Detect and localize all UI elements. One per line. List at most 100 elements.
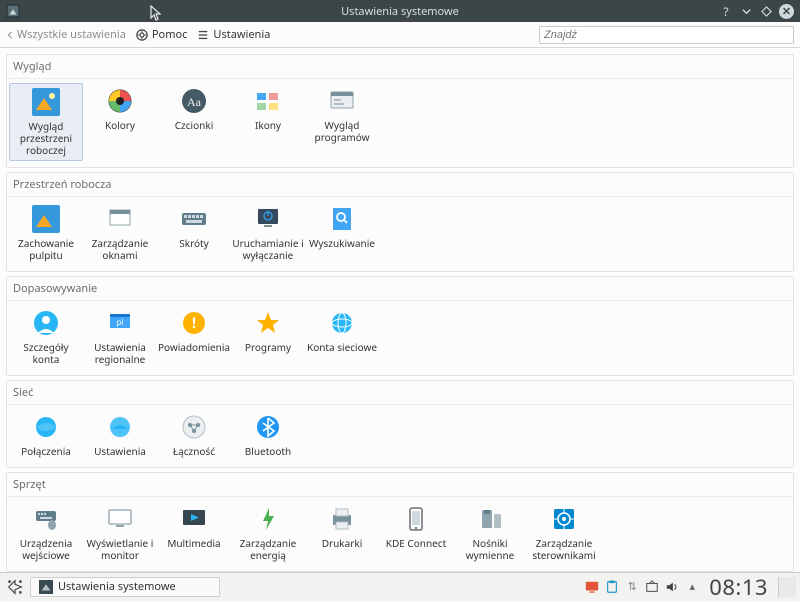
item-label: KDE Connect (386, 537, 446, 549)
fonts-icon: Aa (180, 87, 208, 115)
settings-item[interactable]: Multimedia (157, 501, 231, 565)
maximize-icon[interactable] (759, 4, 773, 18)
titlebar: Ustawienia systemowe ? ✕ (0, 0, 800, 22)
settings-button[interactable]: Ustawienia (197, 27, 270, 42)
settings-item[interactable]: Zarządzanie sterownikami (527, 501, 601, 565)
settings-item[interactable]: Skróty (157, 201, 231, 265)
locale-icon: pl (106, 309, 134, 337)
show-desktop-button[interactable] (778, 577, 796, 597)
item-label: Programy (245, 341, 291, 353)
item-label: Zachowanie pulpitu (18, 237, 74, 261)
settings-item[interactable]: Wygląd przestrzeni roboczej (9, 83, 83, 161)
section-items: Urządzenia wejściowe Wyświetlanie i monit… (7, 497, 793, 571)
item-label: Zarządzanie energią (240, 537, 297, 561)
section-wygląd: WyglądWygląd przestrzeni roboczejKoloryA… (6, 54, 794, 168)
task-button-systemsettings[interactable]: Ustawienia systemowe (30, 577, 220, 597)
settings-item[interactable]: Szczegóły konta (9, 305, 83, 369)
settings-item[interactable]: Wygląd programów (305, 83, 379, 161)
section-header: Sieć (7, 381, 793, 405)
settings-item[interactable]: Bluetooth (231, 409, 305, 461)
app-launcher-icon[interactable] (4, 576, 26, 598)
toolbar: Wszystkie ustawienia Pomoc Ustawienia (0, 22, 800, 48)
tray-network-icon[interactable]: ⇅ (625, 580, 639, 594)
settings-item[interactable]: Urządzenia wejściowe (9, 501, 83, 565)
item-label: Ustawienia regionalne (94, 341, 146, 365)
close-icon[interactable]: ✕ (779, 4, 794, 19)
taskbar: Ustawienia systemowe ⇅ ▴ 08:13 (0, 572, 800, 600)
settings-item[interactable]: Nośniki wymienne (453, 501, 527, 565)
settings-item[interactable]: ! Powiadomienia (157, 305, 231, 369)
settings-item[interactable]: Ustawienia (83, 409, 157, 461)
search-box[interactable] (539, 26, 794, 44)
back-button[interactable]: Wszystkie ustawienia (6, 27, 126, 42)
item-label: Multimedia (167, 537, 220, 549)
item-label: Powiadomienia (158, 341, 230, 353)
help-button[interactable]: Pomoc (136, 27, 188, 42)
minimize-icon[interactable] (739, 4, 753, 18)
settings-item[interactable]: Wyszukiwanie (305, 201, 379, 265)
settings-item[interactable]: Konta sieciowe (305, 305, 379, 369)
item-label: Czcionki (175, 119, 214, 131)
item-label: Szczegóły konta (23, 341, 68, 365)
content-area: WyglądWygląd przestrzeni roboczejKoloryA… (0, 48, 800, 572)
item-label: Skróty (179, 237, 209, 249)
display-icon (106, 505, 134, 533)
app-style-icon (328, 87, 356, 115)
clock[interactable]: 08:13 (709, 572, 768, 602)
item-label: Wygląd programów (315, 119, 370, 143)
icons-icon (254, 87, 282, 115)
multimedia-icon (180, 505, 208, 533)
settings-item[interactable]: KDE Connect (379, 501, 453, 565)
window-controls: ? ✕ (719, 4, 794, 19)
settings-item[interactable]: Zachowanie pulpitu (9, 201, 83, 265)
tray-desktop-icon[interactable] (585, 580, 599, 594)
settings-item[interactable]: Zarządzanie oknami (83, 201, 157, 265)
settings-item[interactable]: Aa Czcionki (157, 83, 231, 161)
settings-item[interactable]: Zarządzanie energią (231, 501, 305, 565)
search-input[interactable] (544, 29, 789, 41)
window-management-icon (106, 205, 134, 233)
item-label: Ustawienia (94, 445, 146, 457)
drivers-icon (550, 505, 578, 533)
item-label: Wygląd przestrzeni roboczej (20, 120, 72, 156)
tray-klipper-icon[interactable] (605, 580, 619, 594)
tray-volume-icon[interactable] (665, 580, 679, 594)
settings-label: Ustawienia (213, 27, 270, 42)
colors-icon (106, 87, 134, 115)
settings-item[interactable]: Wyświetlanie i monitor (83, 501, 157, 565)
section-items: Połączenia Ustawienia Łączność Bluetooth (7, 405, 793, 467)
section-przestrzeń-robocza: Przestrzeń robocza Zachowanie pulpitu Zarz… (6, 172, 794, 272)
settings-item[interactable]: Programy (231, 305, 305, 369)
window-title: Ustawienia systemowe (0, 4, 800, 19)
item-label: Drukarki (322, 537, 363, 549)
network-connections-icon (32, 413, 60, 441)
back-label: Wszystkie ustawienia (17, 27, 126, 42)
item-label: Połączenia (21, 445, 71, 457)
section-header: Dopasowywanie (7, 277, 793, 301)
section-header: Wygląd (7, 55, 793, 79)
settings-item[interactable]: pl Ustawienia regionalne (83, 305, 157, 369)
kdeconnect-icon (402, 505, 430, 533)
settings-item[interactable]: Ikony (231, 83, 305, 161)
section-header: Przestrzeń robocza (7, 173, 793, 197)
item-label: Łączność (173, 445, 215, 457)
settings-item[interactable]: Drukarki (305, 501, 379, 565)
tray-expand-icon[interactable]: ▴ (685, 580, 699, 594)
settings-item[interactable]: Uruchamianie i wyłączanie (231, 201, 305, 265)
item-label: Wyszukiwanie (309, 237, 375, 249)
item-label: Urządzenia wejściowe (20, 537, 73, 561)
section-sprzęt: Sprzęt Urządzenia wejściowe Wyświetlanie i… (6, 472, 794, 572)
item-label: Bluetooth (245, 445, 291, 457)
item-label: Zarządzanie oknami (92, 237, 149, 261)
desktop-behavior-icon (32, 205, 60, 233)
svg-text:!: ! (192, 314, 196, 333)
tray-updates-icon[interactable] (645, 580, 659, 594)
settings-item[interactable]: Łączność (157, 409, 231, 461)
section-sieć: Sieć Połączenia Ustawienia Łączność Bluetoot… (6, 380, 794, 468)
online-accounts-icon (328, 309, 356, 337)
settings-item[interactable]: Kolory (83, 83, 157, 161)
settings-item[interactable]: Połączenia (9, 409, 83, 461)
section-header: Sprzęt (7, 473, 793, 497)
help-icon[interactable]: ? (719, 4, 733, 18)
account-icon (32, 309, 60, 337)
